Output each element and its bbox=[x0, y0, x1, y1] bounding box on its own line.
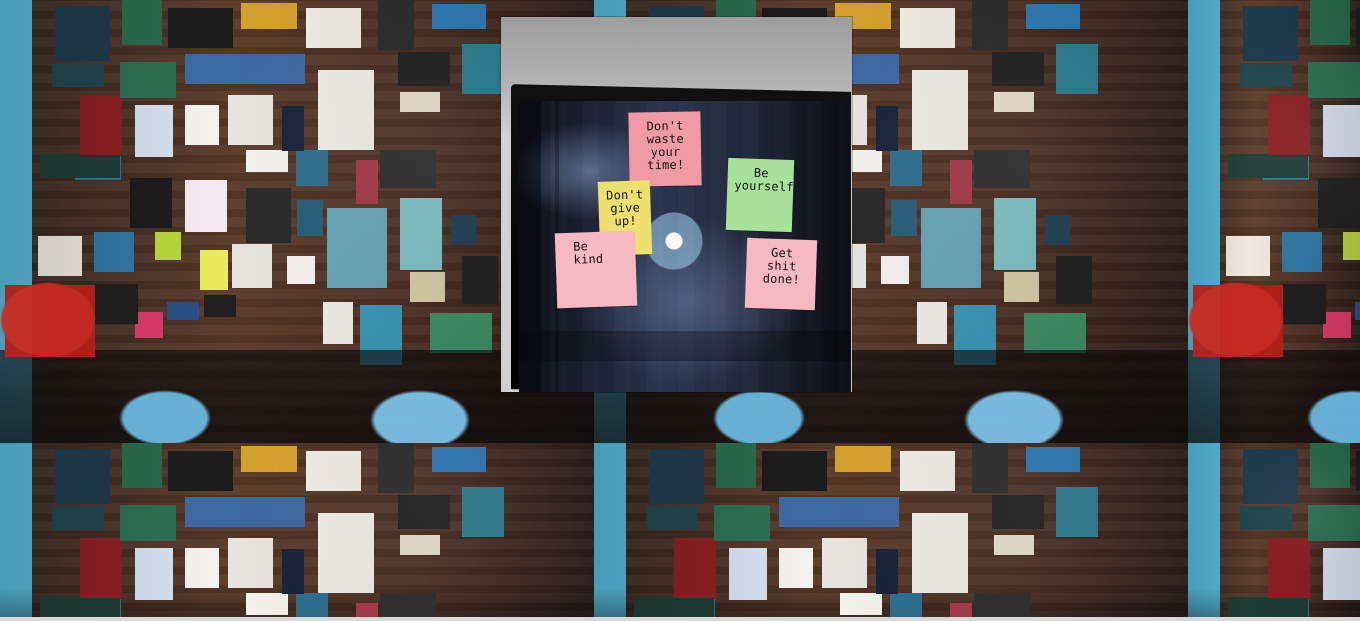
bottom-scrollbar-track[interactable] bbox=[0, 617, 1360, 621]
background-tile bbox=[594, 443, 1194, 621]
tile-shade bbox=[594, 443, 1194, 621]
tile-shade bbox=[1188, 0, 1360, 443]
background-tile bbox=[0, 443, 600, 621]
tile-shade bbox=[0, 443, 600, 621]
sticky-note-be-yourself: Be yourself bbox=[725, 157, 795, 233]
background-tile bbox=[1188, 0, 1360, 443]
sticky-note-dont-waste-your-time: Don't waste your time! bbox=[628, 111, 702, 187]
sticky-note-be-kind: Be kind bbox=[554, 230, 638, 309]
sticky-note-get-shit-done: Get shit done! bbox=[744, 237, 818, 311]
tile-shade bbox=[1188, 443, 1360, 621]
background-tile bbox=[1188, 443, 1360, 621]
sticky-notes-photo: Don't waste your time! Don't give up! Be… bbox=[501, 17, 852, 392]
image-canvas: Don't waste your time! Don't give up! Be… bbox=[0, 0, 1360, 621]
